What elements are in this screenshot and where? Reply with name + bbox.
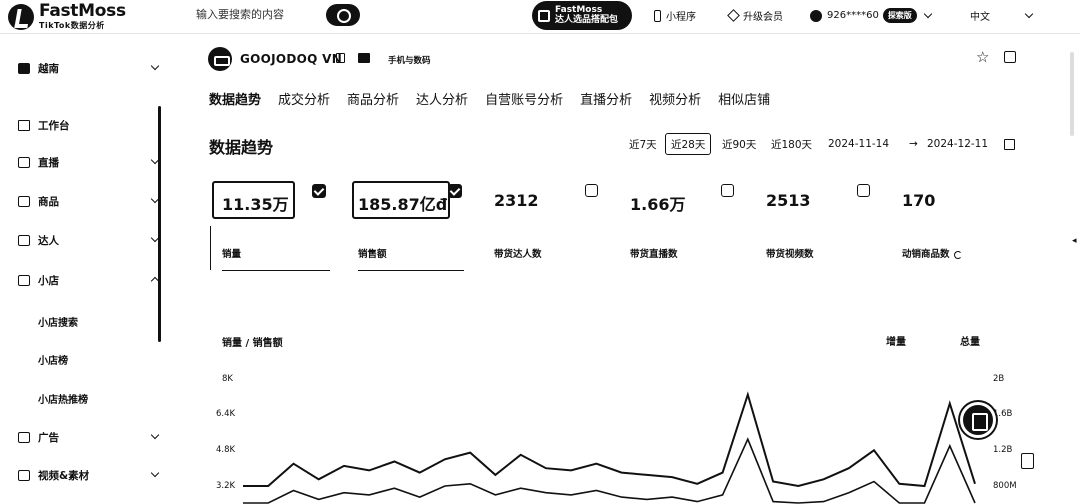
assistant-button[interactable]	[960, 402, 996, 438]
series-line-increment	[243, 391, 976, 488]
line-chart	[243, 391, 976, 504]
document-icon[interactable]	[1021, 453, 1034, 469]
expand-arrow-icon[interactable]: ◂	[1072, 236, 1077, 246]
series-line-total	[243, 437, 976, 504]
page-scrollbar[interactable]	[1070, 52, 1074, 136]
